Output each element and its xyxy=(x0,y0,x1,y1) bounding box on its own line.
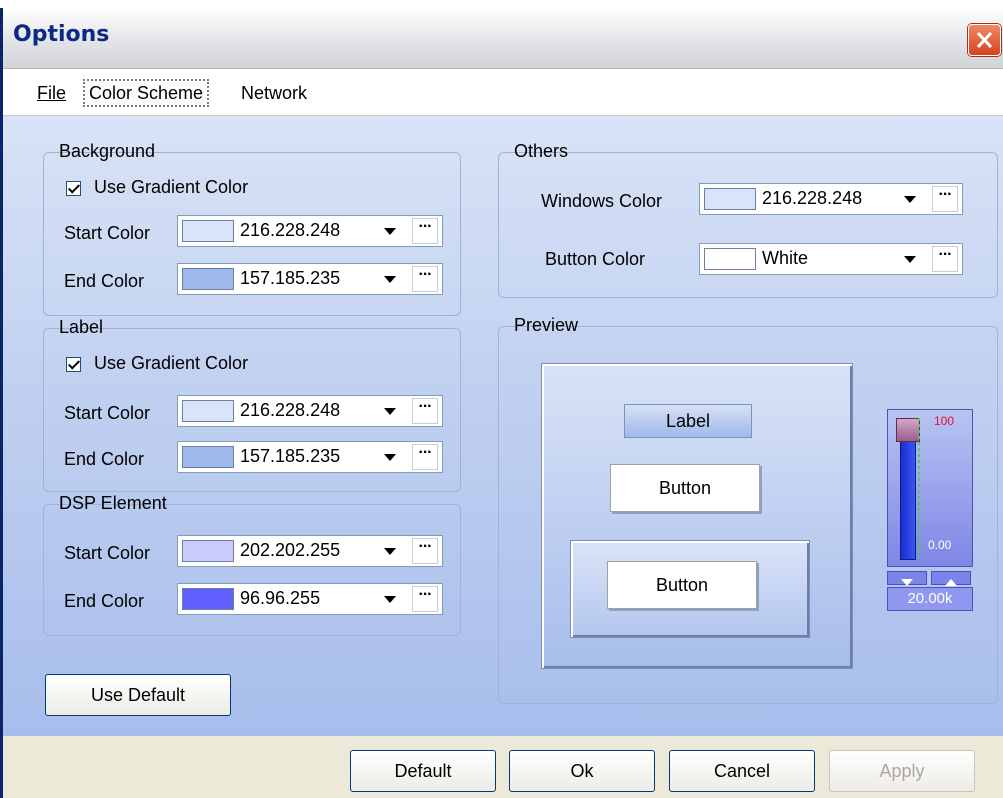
background-group: Background Use Gradient Color Start Colo… xyxy=(43,141,461,316)
label-start-label: Start Color xyxy=(64,403,151,423)
dsp-start-color-combo[interactable]: 202.202.255 ··· xyxy=(177,535,443,567)
chevron-down-icon[interactable] xyxy=(904,196,916,203)
tab-file[interactable]: File xyxy=(33,79,70,107)
color-swatch xyxy=(182,588,234,610)
ok-button[interactable]: Ok xyxy=(509,750,655,792)
label-gradient-label: Use Gradient Color xyxy=(94,353,249,373)
label-start-value: 216.228.248 xyxy=(240,400,341,420)
more-icon[interactable]: ··· xyxy=(412,538,438,564)
preview-button-inner: Button xyxy=(607,561,757,609)
dsp-group-title: DSP Element xyxy=(59,493,167,513)
label-gradient-checkbox[interactable] xyxy=(66,357,81,372)
use-default-button[interactable]: Use Default xyxy=(45,674,231,716)
background-end-color-combo[interactable]: 157.185.235 ··· xyxy=(177,263,443,295)
color-swatch xyxy=(182,446,234,468)
more-icon[interactable]: ··· xyxy=(932,186,958,212)
preview-group: Preview Label Button Button 100 0.00 20.… xyxy=(498,315,998,704)
windows-color-label: Windows Color xyxy=(541,191,663,211)
background-group-title: Background xyxy=(59,141,156,161)
slider-up-button[interactable] xyxy=(931,571,971,586)
cancel-button[interactable]: Cancel xyxy=(669,750,815,792)
slider-scale xyxy=(918,418,920,558)
slider-max-label: 100 xyxy=(934,414,955,428)
background-gradient-label: Use Gradient Color xyxy=(94,177,249,197)
dsp-end-value: 96.96.255 xyxy=(240,588,321,608)
chevron-down-icon[interactable] xyxy=(384,596,396,603)
chevron-down-icon[interactable] xyxy=(384,548,396,555)
background-start-label: Start Color xyxy=(64,223,151,243)
dsp-end-color-combo[interactable]: 96.96.255 ··· xyxy=(177,583,443,615)
color-swatch xyxy=(182,400,234,422)
background-start-color-combo[interactable]: 216.228.248 ··· xyxy=(177,215,443,247)
label-end-value: 157.185.235 xyxy=(240,446,341,466)
dialog-button-bar: Default Ok Cancel Apply xyxy=(3,736,1003,798)
more-icon[interactable]: ··· xyxy=(932,246,958,272)
slider-value-display: 20.00k xyxy=(887,587,973,611)
dsp-end-label: End Color xyxy=(64,591,145,611)
close-icon xyxy=(976,31,993,49)
window-title: Options xyxy=(13,22,110,47)
title-bar[interactable]: Options xyxy=(3,8,1003,69)
background-end-label: End Color xyxy=(64,271,145,291)
button-color-value: White xyxy=(762,248,809,268)
background-gradient-checkbox[interactable] xyxy=(66,181,81,196)
label-end-label: End Color xyxy=(64,449,145,469)
others-group: Others Windows Color 216.228.248 ··· But… xyxy=(498,141,998,298)
button-color-label: Button Color xyxy=(545,249,646,269)
preview-button: Button xyxy=(610,464,760,512)
windows-color-value: 216.228.248 xyxy=(762,188,863,208)
default-button[interactable]: Default xyxy=(350,750,496,792)
label-end-color-combo[interactable]: 157.185.235 ··· xyxy=(177,441,443,473)
label-group-title: Label xyxy=(59,317,104,337)
color-swatch xyxy=(704,188,756,210)
others-group-title: Others xyxy=(514,141,569,161)
preview-group-title: Preview xyxy=(514,315,579,335)
preview-panel: Label Button Button xyxy=(541,363,853,669)
more-icon[interactable]: ··· xyxy=(412,218,438,244)
color-swatch xyxy=(182,220,234,242)
windows-color-combo[interactable]: 216.228.248 ··· xyxy=(699,183,963,215)
close-button[interactable] xyxy=(968,24,1001,56)
dsp-element-group: DSP Element Start Color 202.202.255 ··· … xyxy=(43,493,461,636)
dsp-start-label: Start Color xyxy=(64,543,151,563)
preview-slider: 100 0.00 xyxy=(887,409,973,567)
slider-thumb xyxy=(896,418,920,442)
tab-network[interactable]: Network xyxy=(237,79,311,107)
color-swatch xyxy=(182,268,234,290)
chevron-down-icon[interactable] xyxy=(384,228,396,235)
more-icon[interactable]: ··· xyxy=(412,444,438,470)
more-icon[interactable]: ··· xyxy=(412,586,438,612)
chevron-down-icon[interactable] xyxy=(384,454,396,461)
more-icon[interactable]: ··· xyxy=(412,398,438,424)
chevron-down-icon[interactable] xyxy=(904,256,916,263)
preview-button-frame: Button xyxy=(570,540,810,638)
slider-min-label: 0.00 xyxy=(928,538,952,552)
tab-bar: File Color Scheme Network xyxy=(3,69,1003,116)
label-start-color-combo[interactable]: 216.228.248 ··· xyxy=(177,395,443,427)
color-swatch xyxy=(182,540,234,562)
preview-label: Label xyxy=(624,404,752,438)
tab-color-scheme[interactable]: Color Scheme xyxy=(83,79,210,107)
dsp-start-value: 202.202.255 xyxy=(240,540,341,560)
slider-down-button[interactable] xyxy=(887,571,927,586)
background-start-value: 216.228.248 xyxy=(240,220,341,240)
button-color-combo[interactable]: White ··· xyxy=(699,243,963,275)
chevron-down-icon[interactable] xyxy=(384,408,396,415)
options-dialog: Options File Color Scheme Network Backgr… xyxy=(0,8,1003,798)
color-scheme-panel: Background Use Gradient Color Start Colo… xyxy=(3,116,1003,736)
label-group: Label Use Gradient Color Start Color 216… xyxy=(43,317,461,492)
chevron-down-icon[interactable] xyxy=(384,276,396,283)
more-icon[interactable]: ··· xyxy=(412,266,438,292)
apply-button[interactable]: Apply xyxy=(829,750,975,792)
color-swatch xyxy=(704,248,756,270)
background-end-value: 157.185.235 xyxy=(240,268,341,288)
